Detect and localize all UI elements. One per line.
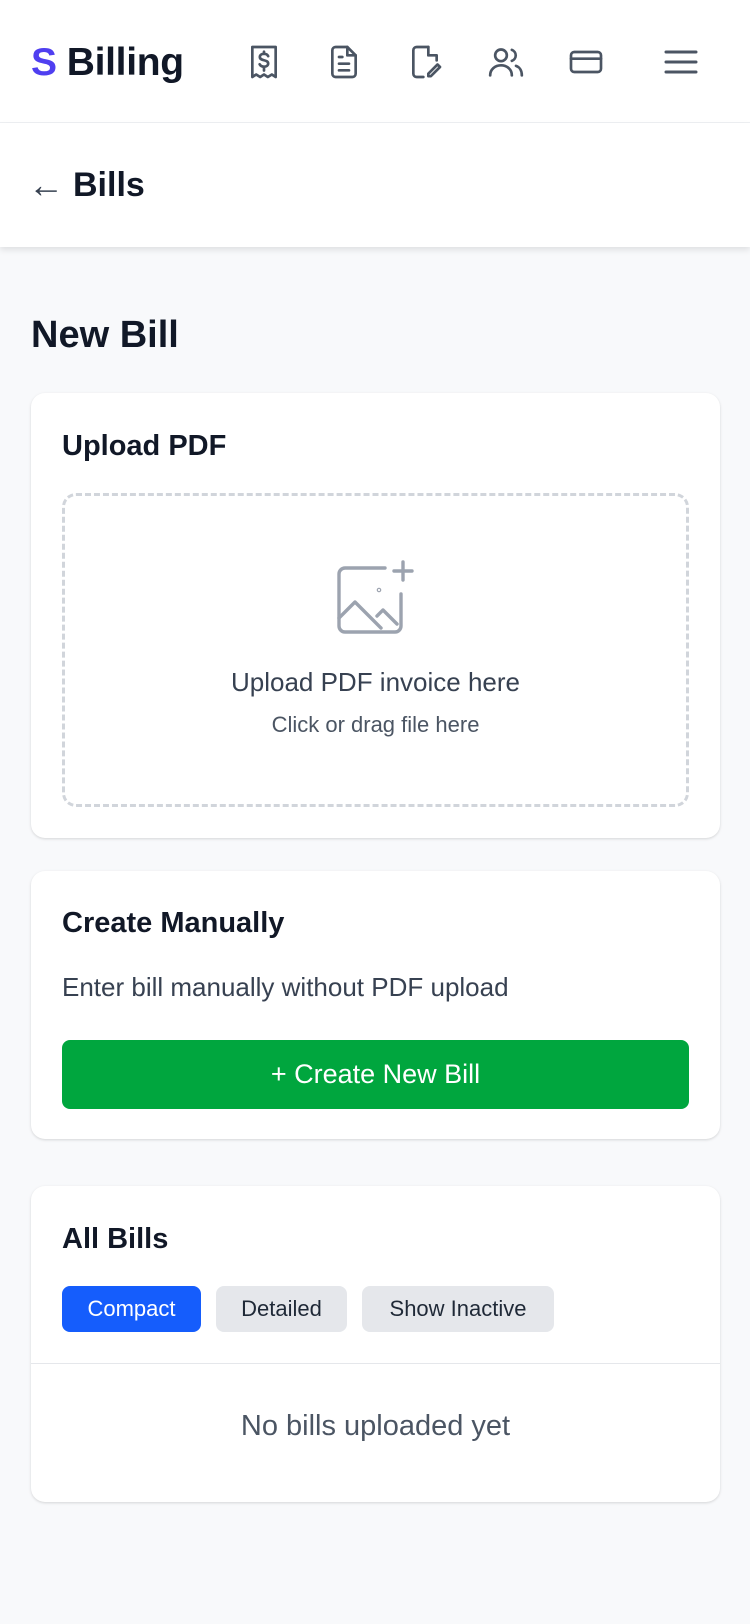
create-manually-title: Create Manually	[62, 907, 285, 939]
section-title: Bills	[73, 166, 145, 204]
create-manually-card: Create Manually Enter bill manually with…	[31, 871, 720, 1139]
all-bills-card: All Bills Compact Detailed Show Inactive…	[31, 1186, 720, 1502]
document-icon[interactable]	[322, 40, 366, 84]
dropzone-sub-text: Click or drag file here	[271, 712, 480, 737]
card-divider	[31, 1363, 720, 1364]
toggle-show-inactive[interactable]: Show Inactive	[362, 1286, 554, 1332]
dropzone-main-text: Upload PDF invoice here	[230, 667, 521, 697]
receipt-dollar-icon[interactable]	[242, 40, 286, 84]
edit-document-icon[interactable]	[403, 40, 447, 84]
brand-letter: S	[31, 41, 57, 84]
create-manually-description: Enter bill manually without PDF upload	[62, 972, 509, 1002]
brand-logo[interactable]: S Billing	[31, 38, 184, 88]
empty-state-text: No bills uploaded yet	[240, 1410, 511, 1442]
users-icon[interactable]	[484, 40, 528, 84]
image-add-icon	[337, 560, 414, 634]
back-arrow-icon[interactable]: ←	[28, 163, 64, 207]
credit-card-icon[interactable]	[564, 40, 608, 84]
toggle-detailed[interactable]: Detailed	[216, 1286, 347, 1332]
toggle-compact[interactable]: Compact	[62, 1286, 201, 1332]
pdf-dropzone[interactable]: Upload PDF invoice here Click or drag fi…	[62, 493, 689, 807]
all-bills-title: All Bills	[62, 1223, 169, 1255]
create-new-bill-button[interactable]: + Create New Bill	[62, 1040, 689, 1109]
upload-card: Upload PDF Upload PDF invoice here Click…	[31, 393, 720, 838]
upload-card-title: Upload PDF	[62, 430, 227, 462]
menu-icon[interactable]	[659, 40, 703, 84]
page-title: New Bill	[31, 314, 179, 356]
brand-name: Billing	[66, 41, 184, 84]
top-header: S Billing	[0, 0, 750, 123]
